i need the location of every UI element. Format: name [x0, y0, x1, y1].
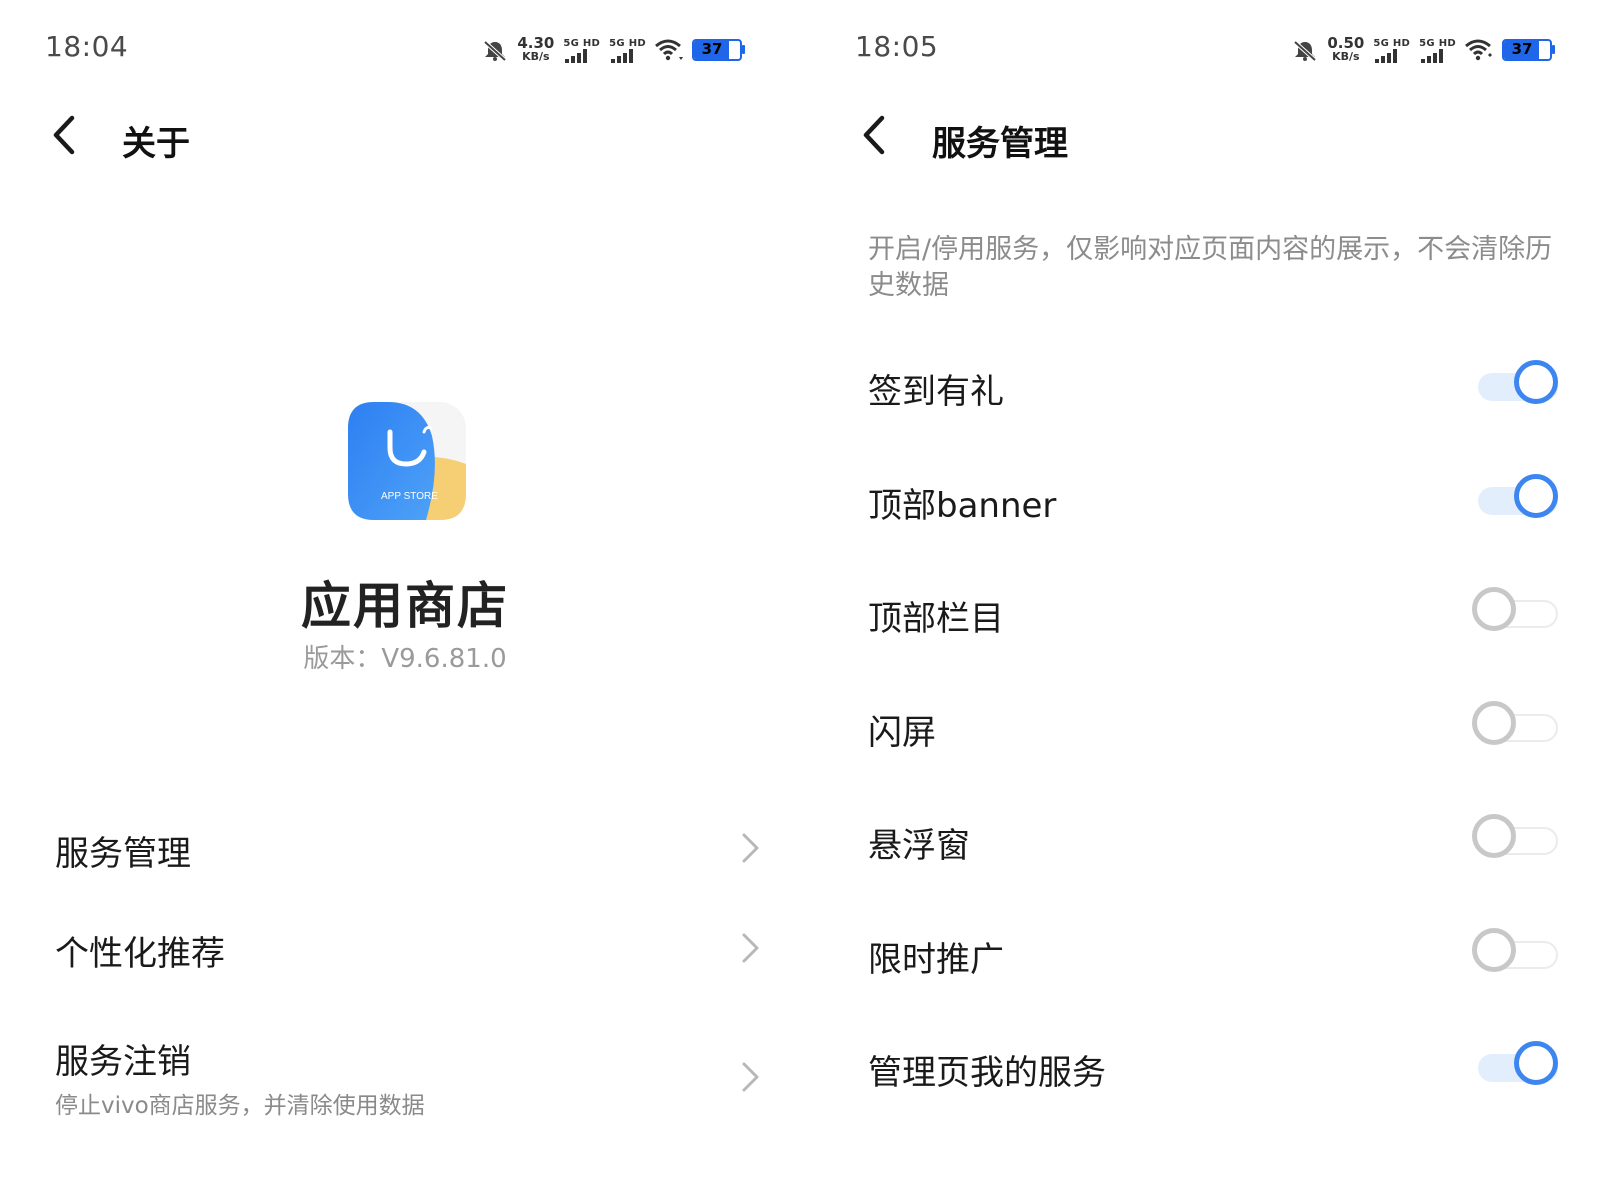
- service-label: 顶部banner: [868, 486, 1057, 526]
- sim2-signal: 5G HD: [1419, 38, 1456, 63]
- network-speed: 4.30 KB/s: [517, 34, 555, 64]
- signal-icon: [1421, 48, 1444, 63]
- app-icon-text: APP STORE: [381, 491, 438, 502]
- app-store-icon: APP STORE: [348, 402, 466, 520]
- status-icons: 4.30 KB/s 5G HD 5G HD 37: [482, 34, 745, 64]
- signal-icon: [611, 48, 634, 63]
- toggle-my-services[interactable]: [1472, 1041, 1564, 1093]
- menu-item-label: 个性化推荐: [55, 934, 225, 974]
- mute-icon: [482, 39, 508, 61]
- chevron-right-icon: [740, 931, 762, 965]
- wifi-icon: [1465, 39, 1493, 61]
- network-speed: 0.50 KB/s: [1327, 34, 1365, 64]
- sim2-signal: 5G HD: [609, 38, 646, 63]
- toggle-splash[interactable]: [1472, 701, 1564, 753]
- mute-icon: [1292, 39, 1318, 61]
- service-label: 管理页我的服务: [868, 1053, 1106, 1093]
- app-name: 应用商店: [301, 577, 509, 635]
- app-version: 版本：V9.6.81.0: [303, 644, 507, 674]
- signal-icon: [1375, 48, 1398, 63]
- battery-icon: 37: [692, 39, 745, 61]
- service-label: 闪屏: [868, 713, 936, 753]
- page-title: 关于: [122, 124, 190, 164]
- menu-item-service-cancellation[interactable]: 服务注销 停止vivo商店服务，并清除使用数据: [0, 1010, 810, 1130]
- status-time: 18:04: [45, 30, 129, 63]
- menu-item-label: 服务管理: [55, 834, 191, 874]
- battery-icon: 37: [1502, 39, 1555, 61]
- service-label: 签到有礼: [868, 372, 1004, 412]
- service-description: 开启/停用服务，仅影响对应页面内容的展示，不会清除历史数据: [868, 234, 1553, 301]
- menu-item-sublabel: 停止vivo商店服务，并清除使用数据: [55, 1093, 425, 1119]
- toggle-top-banner[interactable]: [1472, 474, 1564, 526]
- service-label: 限时推广: [868, 940, 1004, 980]
- back-button[interactable]: [46, 112, 86, 158]
- toggle-floating-window[interactable]: [1472, 814, 1564, 866]
- menu-item-personalized-recommendation[interactable]: 个性化推荐: [0, 900, 810, 1000]
- about-screen: 18:04 4.30 KB/s 5G HD 5G HD 37 关于 APP ST…: [0, 0, 810, 1196]
- back-button[interactable]: [856, 112, 896, 158]
- toggle-limited-promotion[interactable]: [1472, 928, 1564, 980]
- toggle-top-column[interactable]: [1472, 587, 1564, 639]
- service-label: 悬浮窗: [868, 826, 970, 866]
- signal-icon: [565, 48, 588, 63]
- wifi-icon: [655, 39, 683, 61]
- back-arrow-icon: [863, 115, 885, 155]
- screenshot-root: 18:04 4.30 KB/s 5G HD 5G HD 37 关于 APP ST…: [0, 0, 1620, 1196]
- toggle-checkin[interactable]: [1472, 360, 1564, 412]
- sim1-signal: 5G HD: [1373, 38, 1410, 63]
- menu-item-label: 服务注销: [55, 1042, 191, 1082]
- chevron-right-icon: [740, 1060, 762, 1094]
- sim1-signal: 5G HD: [563, 38, 600, 63]
- page-title: 服务管理: [932, 124, 1068, 164]
- status-icons: 0.50 KB/s 5G HD 5G HD 37: [1292, 34, 1555, 64]
- menu-item-service-management[interactable]: 服务管理: [0, 800, 810, 900]
- status-time: 18:05: [855, 30, 939, 63]
- service-label: 顶部栏目: [868, 599, 1004, 639]
- back-arrow-icon: [53, 115, 75, 155]
- chevron-right-icon: [740, 831, 762, 865]
